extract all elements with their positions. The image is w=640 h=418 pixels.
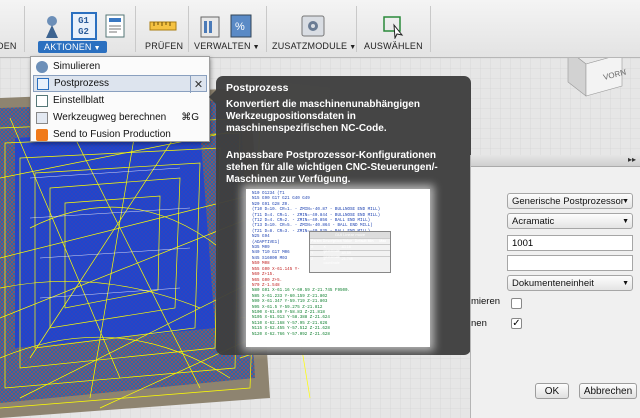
post-process-icon[interactable]: G1 G2 (70, 12, 97, 40)
setup-sheet-icon[interactable] (103, 13, 127, 39)
tooltip-preview-image: N10 O1234 (T1 N15 G90 G17 G21 G40 G49 N2… (246, 189, 430, 347)
partial-group-label: DEN (0, 41, 17, 51)
close-icon[interactable]: ✕ (190, 76, 206, 93)
aktionen-group[interactable]: G1 G2 AKTIONEN ▼ (30, 0, 135, 58)
post-process-icon (37, 77, 49, 90)
optimize-label: mieren (471, 296, 501, 307)
toolbar-partial-group[interactable]: DEN (0, 0, 24, 58)
open-checkbox[interactable]: ✓ (511, 318, 522, 329)
panel-header: ▸▸ (471, 155, 640, 167)
pruefen-label: PRÜFEN (145, 41, 184, 51)
unit-select[interactable]: Dokumenteneinheit ▼ (507, 275, 633, 291)
auswaehlen-group[interactable]: AUSWÄHLEN (360, 0, 426, 58)
verwalten-group[interactable]: % VERWALTEN ▼ (192, 0, 260, 58)
expand-icon[interactable]: ▸▸ (628, 155, 636, 164)
menu-item-send-to-fusion-production[interactable]: Send to Fusion Production (33, 126, 207, 143)
svg-text:%: % (235, 21, 245, 33)
post-processor-select[interactable]: Generische Postprozessor ▼ (507, 193, 633, 209)
setup-sheet-icon (36, 94, 48, 107)
measure-icon[interactable] (148, 16, 178, 36)
simulate-icon[interactable] (39, 13, 65, 39)
toolbar: DEN G1 G2 AKTIONEN ▼ PRÜFEN % VERWALTEN … (0, 0, 640, 58)
menu-item-postprozess[interactable]: Postprozess ✕ (33, 75, 207, 93)
chevron-down-icon: ▼ (622, 197, 629, 205)
menu-item-werkzeugweg-berechnen[interactable]: Werkzeugweg berechnen ⌘G (33, 109, 207, 126)
program-number-input[interactable]: 1001 (507, 235, 633, 251)
zusatzmodule-group[interactable]: ZUSATZMODULE ▼ (270, 0, 356, 58)
tool-library-icon[interactable] (199, 13, 223, 39)
aktionen-dropdown-menu: Simulieren Postprozess ✕ Einstellblatt W… (30, 56, 210, 142)
simulate-icon (36, 60, 48, 73)
aktionen-tab-label[interactable]: AKTIONEN ▼ (38, 41, 107, 53)
fusion-production-icon (36, 128, 48, 141)
verwalten-label: VERWALTEN ▼ (194, 41, 260, 51)
template-library-icon[interactable]: % (229, 13, 253, 39)
ok-button[interactable]: OK (535, 383, 569, 399)
chevron-down-icon: ▼ (622, 217, 629, 225)
auswaehlen-label: AUSWÄHLEN (364, 41, 423, 51)
tooltip-title: Postprozess (226, 82, 289, 94)
select-icon[interactable] (380, 13, 406, 39)
tooltip-details: Anpassbare Postprozessor-Konfigurationen… (226, 150, 438, 185)
chevron-down-icon: ▼ (622, 279, 629, 287)
addins-icon[interactable] (300, 13, 326, 39)
gui-linear-move-dialog: GUI Linear move Param Description Value … (309, 231, 391, 273)
menu-item-simulieren[interactable]: Simulieren (33, 58, 207, 75)
optimize-checkbox[interactable] (511, 298, 522, 309)
generate-toolpath-icon (36, 111, 48, 124)
zusatzmodule-label: ZUSATZMODULE ▼ (272, 41, 357, 51)
config-select[interactable]: Acramatic ▼ (507, 213, 633, 229)
menu-item-einstellblatt[interactable]: Einstellblatt (33, 92, 207, 109)
pruefen-group[interactable]: PRÜFEN (138, 0, 188, 58)
postprozess-tooltip: Postprozess Konvertiert die maschinenuna… (209, 76, 471, 355)
cancel-button[interactable]: Abbrechen (579, 383, 637, 399)
shortcut-label: ⌘G (181, 112, 199, 123)
program-comment-input[interactable] (507, 255, 633, 271)
tooltip-description: Konvertiert die maschinenunabhängigen We… (226, 99, 420, 134)
open-label: nen (471, 318, 487, 329)
post-process-panel: ▸▸ Generische Postprozessor ▼ Acramatic ▼ … (470, 155, 640, 418)
